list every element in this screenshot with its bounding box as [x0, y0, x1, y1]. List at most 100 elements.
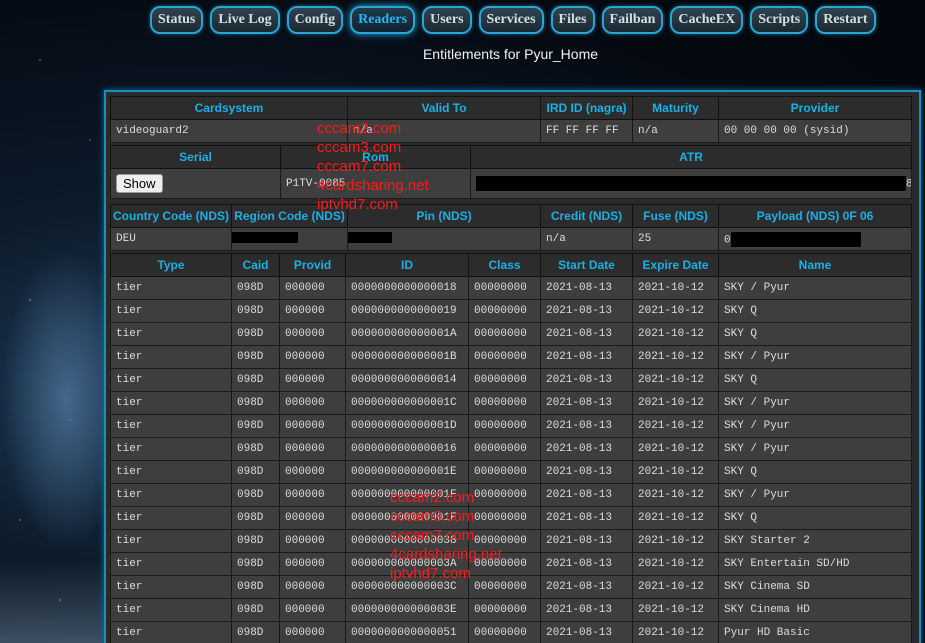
name-cell: SKY / Pyur: [718, 483, 912, 507]
show-serial-button[interactable]: Show: [116, 174, 163, 193]
caid-cell: 098D: [231, 460, 280, 484]
table-row: tier 098D 000000 000000000000001F 00000000 20…: [110, 483, 912, 507]
id-cell: 0000000000000019: [345, 299, 469, 323]
entitlements-panel: Cardsystem Valid To IRD ID (nagra) Matur…: [104, 90, 921, 643]
start-date-cell: 2021-08-13: [540, 276, 633, 300]
id-cell: 000000000000003E: [345, 598, 469, 622]
payload-header: Payload (NDS) 0F 06: [718, 204, 912, 228]
nav-status-button[interactable]: Status: [150, 6, 204, 34]
caid-cell: 098D: [231, 299, 280, 323]
type-cell: tier: [110, 529, 232, 553]
nav-services-button[interactable]: Services: [478, 6, 544, 34]
nav-files-button[interactable]: Files: [550, 6, 595, 34]
expire-date-cell: 2021-10-12: [632, 483, 719, 507]
fuse-value: 25: [632, 227, 719, 251]
provid-header: Provid: [279, 253, 346, 277]
name-cell: SKY Cinema HD: [718, 598, 912, 622]
id-cell: 000000000000003C: [345, 575, 469, 599]
ird-id-header: IRD ID (nagra): [540, 96, 633, 120]
class-cell: 00000000: [468, 414, 541, 438]
provid-cell: 000000: [279, 391, 346, 415]
id-cell: 0000000000000038: [345, 529, 469, 553]
provid-cell: 000000: [279, 299, 346, 323]
expire-date-cell: 2021-10-12: [632, 529, 719, 553]
country-code-value: DEU: [110, 227, 232, 251]
caid-cell: 098D: [231, 391, 280, 415]
start-date-cell: 2021-08-13: [540, 322, 633, 346]
caid-cell: 098D: [231, 483, 280, 507]
name-cell: SKY Q: [718, 322, 912, 346]
provid-cell: 000000: [279, 368, 346, 392]
start-date-cell: 2021-08-13: [540, 506, 633, 530]
pin-redaction: [348, 232, 392, 243]
nav-readers-button[interactable]: Readers: [350, 6, 416, 34]
region-code-value: 00B00103: [231, 227, 348, 251]
table-row: tier 098D 000000 000000000000003E 00000000 20…: [110, 598, 912, 622]
payload-value: 0: [718, 227, 912, 251]
start-date-header: Start Date: [540, 253, 633, 277]
table-row: tier 098D 000000 000000000000001B 00000000 20…: [110, 345, 912, 369]
table-row: tier 098D 000000 000000000000001C 00000000 20…: [110, 391, 912, 415]
nav-scripts-button[interactable]: Scripts: [750, 6, 809, 34]
class-cell: 00000000: [468, 391, 541, 415]
entitlements-table: Type Caid Provid ID Class Start Date Expire Da…: [110, 253, 912, 643]
provid-cell: 000000: [279, 460, 346, 484]
class-header: Class: [468, 253, 541, 277]
type-cell: tier: [110, 552, 232, 576]
provid-cell: 000000: [279, 322, 346, 346]
nav-cacheex-button[interactable]: CacheEX: [670, 6, 744, 34]
expire-date-cell: 2021-10-12: [632, 437, 719, 461]
nav-failban-button[interactable]: Failban: [601, 6, 664, 34]
name-cell: SKY / Pyur: [718, 437, 912, 461]
nav-users-button[interactable]: Users: [422, 6, 472, 34]
table-row: tier 098D 000000 000000000000001E 00000000 20…: [110, 460, 912, 484]
maturity-value: n/a: [632, 119, 719, 143]
rom-value: P1TV-0085: [280, 168, 471, 199]
table-row: tier 098D 000000 000000000000001F 00000000 20…: [110, 506, 912, 530]
region-code-header: Region Code (NDS): [231, 204, 348, 228]
type-cell: tier: [110, 299, 232, 323]
type-cell: tier: [110, 575, 232, 599]
valid-to-header: Valid To: [347, 96, 541, 120]
provider-header: Provider: [718, 96, 912, 120]
id-cell: 000000000000001F: [345, 506, 469, 530]
fuse-header: Fuse (NDS): [632, 204, 719, 228]
expire-date-cell: 2021-10-12: [632, 575, 719, 599]
caid-cell: 098D: [231, 621, 280, 643]
caid-header: Caid: [231, 253, 280, 277]
expire-date-cell: 2021-10-12: [632, 368, 719, 392]
class-cell: 00000000: [468, 483, 541, 507]
provid-cell: 000000: [279, 414, 346, 438]
provid-cell: 000000: [279, 345, 346, 369]
nav-restart-button[interactable]: Restart: [815, 6, 876, 34]
maturity-header: Maturity: [632, 96, 719, 120]
type-cell: tier: [110, 345, 232, 369]
id-cell: 000000000000001D: [345, 414, 469, 438]
table-row: tier 098D 000000 000000000000003A 00000000 20…: [110, 552, 912, 576]
start-date-cell: 2021-08-13: [540, 345, 633, 369]
name-cell: Pyur HD Basic: [718, 621, 912, 643]
provid-cell: 000000: [279, 529, 346, 553]
class-cell: 00000000: [468, 598, 541, 622]
type-cell: tier: [110, 621, 232, 643]
pin-value: 06E5: [347, 227, 541, 251]
nav-live-log-button[interactable]: Live Log: [210, 6, 280, 34]
nav-config-button[interactable]: Config: [286, 6, 344, 34]
type-cell: tier: [110, 460, 232, 484]
table-row: tier 098D 000000 0000000000000019 00000000 20…: [110, 299, 912, 323]
rom-header: Rom: [280, 145, 471, 169]
provid-cell: 000000: [279, 621, 346, 643]
name-cell: SKY Q: [718, 368, 912, 392]
provid-cell: 000000: [279, 276, 346, 300]
credit-header: Credit (NDS): [540, 204, 633, 228]
name-cell: SKY / Pyur: [718, 391, 912, 415]
atr-value: 8: [470, 168, 912, 199]
caid-cell: 098D: [231, 552, 280, 576]
cardsystem-header: Cardsystem: [110, 96, 348, 120]
name-cell: SKY Starter 2: [718, 529, 912, 553]
caid-cell: 098D: [231, 345, 280, 369]
provid-cell: 000000: [279, 552, 346, 576]
expire-date-cell: 2021-10-12: [632, 552, 719, 576]
table-row: tier 098D 000000 0000000000000014 00000000 20…: [110, 368, 912, 392]
id-cell: 000000000000001F: [345, 483, 469, 507]
